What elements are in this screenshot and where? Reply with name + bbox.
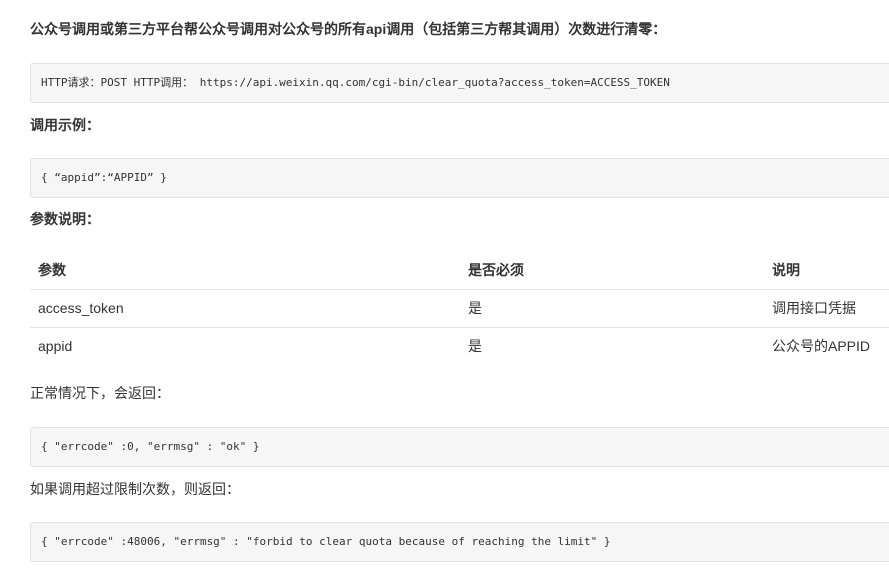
table-row: access_token 是 调用接口凭据 (30, 290, 889, 328)
table-header-cell: 参数 (38, 262, 66, 278)
example-heading: 调用示例： (30, 117, 100, 133)
table-header-cell: 说明 (772, 262, 800, 278)
example-code: { “appid”:“APPID” } (41, 171, 167, 184)
params-table: 参数 是否必须 说明 access_token 是 调用接口凭据 appid 是… (30, 252, 889, 365)
table-cell: appid (38, 338, 73, 354)
table-cell: 是 (468, 338, 482, 354)
normal-return-text: 正常情况下，会返回： (30, 385, 170, 401)
table-row: appid 是 公众号的APPID (30, 328, 889, 365)
table-cell: 是 (468, 300, 482, 316)
params-heading: 参数说明： (30, 211, 100, 227)
intro-heading: 公众号调用或第三方平台帮公众号调用对公众号的所有api调用（包括第三方帮其调用）… (30, 21, 667, 37)
table-header-cell: 是否必须 (468, 262, 524, 278)
table-header-row: 参数 是否必须 说明 (30, 252, 889, 290)
table-cell: access_token (38, 300, 124, 316)
normal-code-block: { "errcode" :0, "errmsg" : "ok" } (30, 427, 889, 467)
request-code: HTTP请求：POST HTTP调用： https://api.weixin.q… (41, 76, 670, 89)
normal-code: { "errcode" :0, "errmsg" : "ok" } (41, 440, 260, 453)
table-cell: 调用接口凭据 (772, 300, 856, 316)
limit-code: { "errcode" :48006, "errmsg" : "forbid t… (41, 535, 611, 548)
limit-code-block: { "errcode" :48006, "errmsg" : "forbid t… (30, 522, 889, 562)
example-code-block: { “appid”:“APPID” } (30, 158, 889, 198)
request-code-block: HTTP请求：POST HTTP调用： https://api.weixin.q… (30, 63, 889, 103)
table-cell: 公众号的APPID (772, 338, 871, 354)
limit-return-text: 如果调用超过限制次数，则返回： (30, 481, 240, 497)
